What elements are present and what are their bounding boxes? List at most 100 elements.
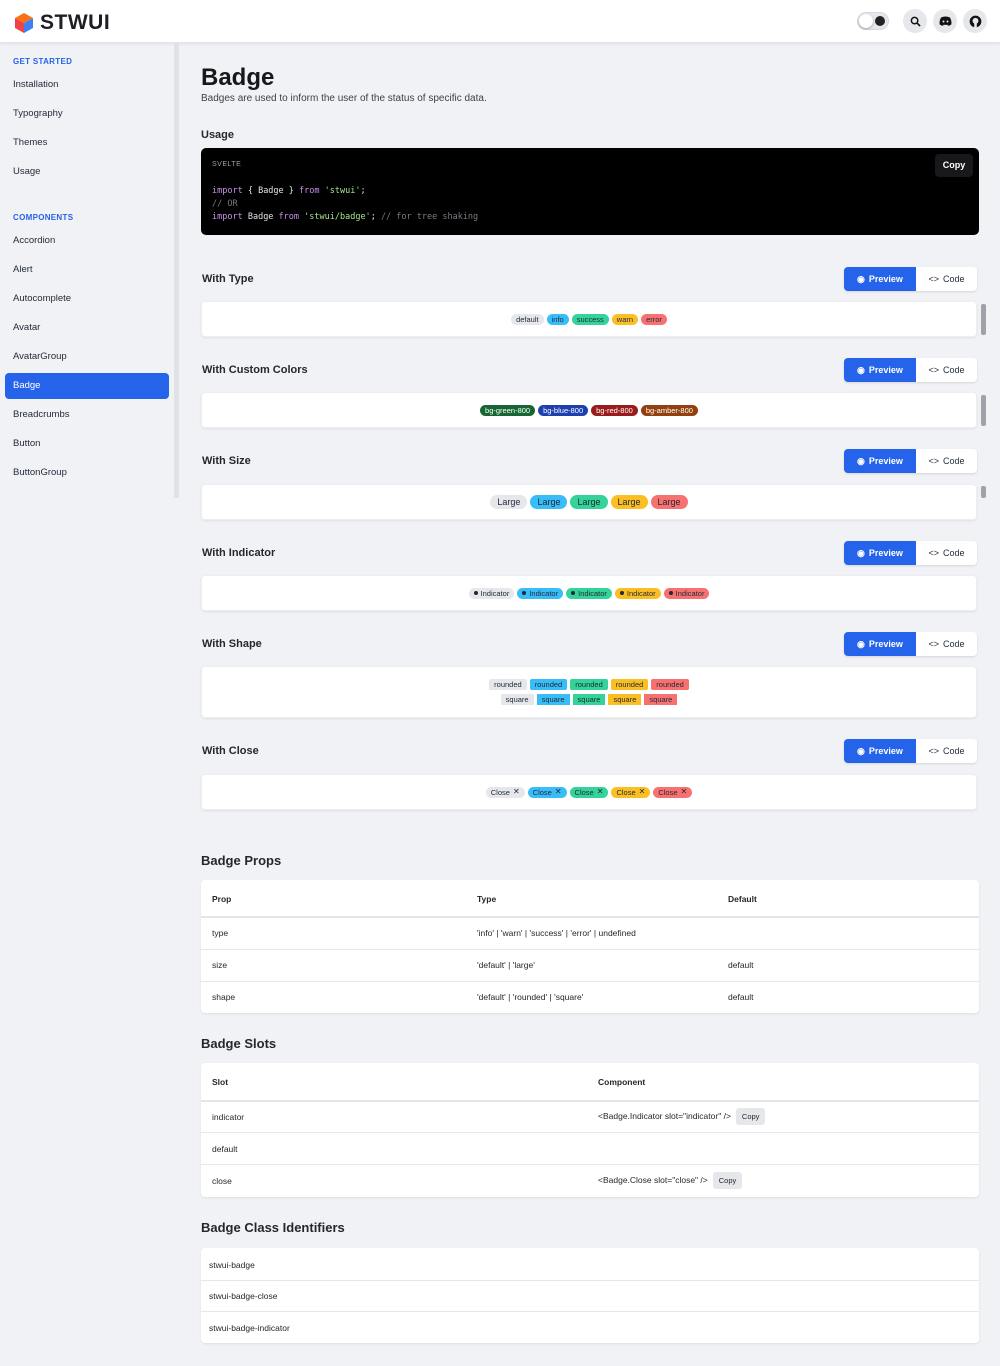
preview-scrollbar[interactable] [981,395,986,426]
copy-button[interactable]: Copy [712,1172,743,1189]
badge-indicator-default: Indicator [468,587,515,599]
preview-button[interactable]: ◉ Preview [844,632,916,656]
discord-button[interactable] [933,9,957,33]
sidebar-item-avatar[interactable]: Avatar [5,315,169,341]
indicator-dot-icon [619,591,624,595]
theme-toggle-icon [875,16,885,26]
badge-warn: warn [611,313,639,325]
close-icon[interactable]: ✕ [639,788,646,796]
sidebar-item-themes[interactable]: Themes [5,130,169,156]
page-subtitle: Badges are used to inform the user of th… [201,93,487,104]
with-custom-colors-heading: With Custom Colors [202,364,308,376]
with-shape-toggle: ◉ Preview <> Code [844,632,977,656]
section-title-get-started: GET STARTED [13,57,73,66]
badge-indicator-error: Indicator [663,587,710,599]
badge-blue: bg-blue-800 [538,404,589,416]
close-icon[interactable]: ✕ [597,788,604,796]
preview-button[interactable]: ◉ Preview [844,267,916,291]
with-type-heading: With Type [202,273,254,285]
sidebar-item-autocomplete[interactable]: Autocomplete [5,286,169,312]
sidebar-item-avatargroup[interactable]: AvatarGroup [5,344,169,370]
table-cell: indicator [212,1112,245,1122]
sidebar-item-badge[interactable]: Badge [5,373,169,399]
badge-red: bg-red-800 [591,404,638,416]
preview-button[interactable]: ◉ Preview [844,449,916,473]
eye-icon: ◉ [857,745,865,756]
badge-rounded-success: rounded [570,679,608,690]
badge-indicator-warn: Indicator [614,587,661,599]
sidebar-item-alert[interactable]: Alert [5,257,169,283]
code-brackets-icon: <> [928,456,939,466]
logo[interactable]: STWUI [13,11,110,35]
code-button[interactable]: <> Code [916,449,977,473]
sidebar-item-button[interactable]: Button [5,431,169,457]
github-button[interactable] [963,9,987,33]
with-type-preview: default info success warn error [201,301,977,337]
code-button[interactable]: <> Code [916,358,977,382]
table-cell: <Badge.Close slot="close" /> Copy [598,1172,743,1189]
with-close-preview: Close ✕ Close ✕ Close ✕ Close ✕ Close ✕ [201,774,977,810]
close-icon[interactable]: ✕ [513,788,520,796]
badge-rounded-warn: rounded [610,679,649,690]
eye-icon: ◉ [857,364,865,375]
badge-square-warn: square [608,694,642,705]
with-size-preview: Large Large Large Large Large [201,484,977,520]
table-cell: <Badge.Indicator slot="indicator" /> Copy [598,1108,766,1125]
with-close-heading: With Close [202,745,259,757]
page-title: Badge [201,64,275,91]
code-brackets-icon: <> [928,365,939,375]
badge-rounded-error: rounded [651,679,689,690]
github-icon [969,15,981,28]
theme-toggle[interactable] [857,12,889,30]
copy-button[interactable]: Copy [935,154,973,177]
badge-square-error: square [644,694,678,705]
preview-button[interactable]: ◉ Preview [844,739,916,763]
close-icon[interactable]: ✕ [681,788,688,796]
close-icon[interactable]: ✕ [555,788,562,796]
badge-large-default: Large [490,495,528,509]
with-type-toggle: ◉ Preview <> Code [844,267,977,291]
sidebar-item-breadcrumbs[interactable]: Breadcrumbs [5,402,169,428]
search-icon [910,16,921,27]
badge-square-success: square [572,694,606,705]
code-brackets-icon: <> [928,639,939,649]
indicator-dot-icon [571,591,576,595]
badge-default: default [511,313,544,325]
sidebar-item-typography[interactable]: Typography [5,101,169,127]
column-header: Default [728,894,757,904]
badge-indicator-info: Indicator [517,587,564,599]
badge-green: bg-green-800 [480,404,536,416]
sidebar-item-usage[interactable]: Usage [5,159,169,185]
sidebar-item-accordion[interactable]: Accordion [5,228,169,254]
preview-button[interactable]: ◉ Preview [844,541,916,565]
brand-name: STWUI [40,11,111,34]
badge-error: error [641,313,667,325]
discord-icon [939,16,951,26]
column-header: Type [477,894,497,904]
props-heading: Badge Props [201,853,282,868]
logo-cube-icon [15,13,33,33]
section-title-components: COMPONENTS [13,213,74,222]
table-cell: default [728,960,754,970]
with-indicator-toggle: ◉ Preview <> Code [844,541,977,565]
code-button[interactable]: <> Code [916,632,977,656]
badge-info: info [546,313,569,325]
with-shape-heading: With Shape [202,638,262,650]
copy-button[interactable]: Copy [735,1108,766,1125]
table-cell: close [212,1176,232,1186]
preview-button[interactable]: ◉ Preview [844,358,916,382]
code-button[interactable]: <> Code [916,739,977,763]
code-button[interactable]: <> Code [916,541,977,565]
with-indicator-preview: Indicator Indicator Indicator Indicator … [201,575,977,611]
badge-square-default: square [500,694,534,705]
badge-close-default: Close ✕ [485,786,525,798]
search-button[interactable] [903,9,927,33]
sidebar-scrollbar[interactable] [174,43,179,498]
preview-scrollbar[interactable] [981,486,986,498]
badge-rounded-default: rounded [489,679,527,690]
code-button[interactable]: <> Code [916,267,977,291]
sidebar-item-installation[interactable]: Installation [5,72,169,98]
preview-scrollbar[interactable] [981,304,986,335]
sidebar-item-buttongroup[interactable]: ButtonGroup [5,460,169,486]
badge-close-success: Close ✕ [569,786,609,798]
